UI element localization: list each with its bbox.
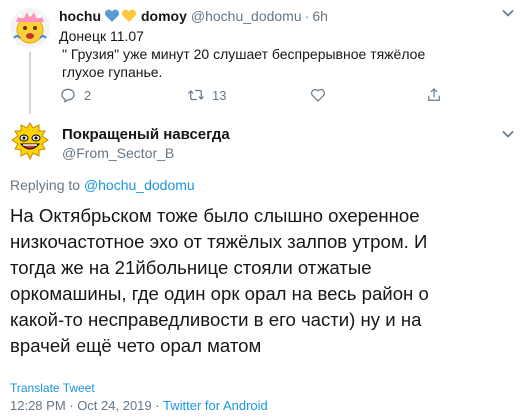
parent-handle[interactable]: @hochu_dodomu bbox=[191, 7, 302, 25]
main-handle[interactable]: @From_Sector_B bbox=[62, 145, 174, 161]
reply-button[interactable]: 2 bbox=[59, 86, 91, 104]
retweet-button[interactable]: 13 bbox=[187, 86, 226, 104]
meta-separator: · bbox=[155, 398, 160, 413]
replying-prefix: Replying to bbox=[10, 177, 81, 193]
share-icon bbox=[428, 88, 440, 101]
tweet-text-line: врачей ещё чето орал матом bbox=[10, 335, 262, 356]
parent-time[interactable]: 6h bbox=[312, 7, 328, 25]
main-display-name[interactable]: Покращеный навсегда bbox=[62, 126, 230, 143]
yellow-heart-icon bbox=[121, 9, 137, 22]
tweet-source-link[interactable]: Twitter for Android bbox=[163, 398, 268, 413]
tweet-timestamp[interactable]: 12:28 PM · Oct 24, 2019 bbox=[10, 398, 152, 413]
parent-text-line: " Грузия" уже минут 20 слушает беспрерыв… bbox=[62, 46, 426, 80]
separator-dot: · bbox=[304, 8, 310, 24]
tweet-text-line: тогда же на 21йбольнице стояли отжатые bbox=[10, 257, 372, 278]
thread-line bbox=[29, 52, 31, 114]
parent-text-line: Донецк 11.07 bbox=[59, 28, 144, 44]
parent-header: hochu domoy @hochu_dodomu · 6h bbox=[59, 7, 328, 25]
parent-display-name-suffix[interactable]: domoy bbox=[141, 7, 187, 25]
heart-outline-icon bbox=[311, 88, 325, 102]
reply-count: 2 bbox=[84, 87, 92, 103]
tweet-meta: 12:28 PM · Oct 24, 2019 · Twitter for An… bbox=[10, 398, 268, 413]
parent-tweet-text: Донецк 11.07 " Грузия" уже минут 20 слуш… bbox=[59, 27, 459, 81]
replying-to-link[interactable]: @hochu_dodomu bbox=[84, 177, 195, 193]
tweet-text-line: На Октябрьском тоже было слышно охеренно… bbox=[10, 205, 420, 226]
replying-to: Replying to @hochu_dodomu bbox=[10, 177, 195, 193]
tweet-text-line: какой-то несправедливости в его части) н… bbox=[10, 309, 422, 330]
main-avatar[interactable] bbox=[10, 121, 50, 161]
share-button[interactable] bbox=[425, 86, 443, 104]
main-tweet-text: На Октябрьском тоже было слышно охеренно… bbox=[10, 203, 520, 359]
reply-icon bbox=[61, 88, 75, 103]
like-button[interactable] bbox=[309, 86, 327, 104]
parent-avatar[interactable] bbox=[10, 8, 50, 48]
retweet-count: 13 bbox=[212, 87, 227, 103]
parent-actions: 2 13 bbox=[59, 86, 459, 106]
chevron-down-icon[interactable] bbox=[501, 6, 515, 20]
translate-tweet-link[interactable]: Translate Tweet bbox=[10, 381, 95, 395]
tweet-text-line: низкочастотное эхо от тяжёлых залпов утр… bbox=[10, 231, 428, 252]
chevron-down-icon[interactable] bbox=[501, 127, 515, 141]
tweet-text-line: оркомашины, где один орк орал на весь ра… bbox=[10, 283, 429, 304]
blue-heart-icon bbox=[104, 9, 120, 22]
parent-tweet[interactable]: hochu domoy @hochu_dodomu · 6h Донецк 11… bbox=[0, 0, 529, 114]
parent-display-name[interactable]: hochu bbox=[59, 7, 101, 25]
retweet-icon bbox=[188, 89, 204, 101]
